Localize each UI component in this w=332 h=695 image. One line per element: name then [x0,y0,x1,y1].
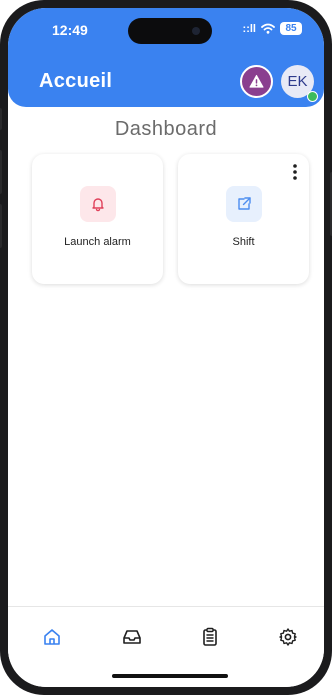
wifi-icon [261,23,275,34]
alarm-icon-tile [80,186,116,222]
clipboard-icon[interactable] [198,625,222,649]
launch-alarm-card[interactable]: Launch alarm [32,154,163,284]
status-bar: 12:49 ::ll 85 [8,18,324,44]
bottom-navigation [8,606,324,687]
card-label: Shift [232,236,255,248]
shift-icon-tile [226,186,262,222]
bell-icon [92,198,104,212]
page-title: Accueil [39,70,113,92]
volume-up-button [0,150,2,194]
online-status-dot [307,91,318,102]
dynamic-island [128,18,212,44]
app-header: 12:49 ::ll 85 Accueil EK [8,8,324,107]
alert-avatar-button[interactable] [240,65,273,98]
external-link-icon [238,197,251,210]
app-screen: 12:49 ::ll 85 Accueil EK Dashboard Launc… [8,8,324,687]
signal-icon: ::ll [242,22,256,35]
gear-icon[interactable] [276,625,300,649]
mute-switch [0,108,2,130]
inbox-icon[interactable] [120,625,144,649]
status-time: 12:49 [52,22,88,38]
card-label: Launch alarm [64,236,131,248]
shift-card[interactable]: Shift [178,154,309,284]
status-icons: ::ll 85 [243,22,302,35]
dashboard-title: Dashboard [114,118,218,140]
warning-icon [249,74,264,88]
camera-icon [192,27,200,35]
home-icon[interactable] [40,625,64,649]
more-options-icon[interactable] [289,162,301,182]
battery-icon: 85 [280,22,302,35]
phone-frame: 12:49 ::ll 85 Accueil EK Dashboard Launc… [0,0,332,695]
home-indicator [112,674,228,678]
volume-down-button [0,204,2,248]
